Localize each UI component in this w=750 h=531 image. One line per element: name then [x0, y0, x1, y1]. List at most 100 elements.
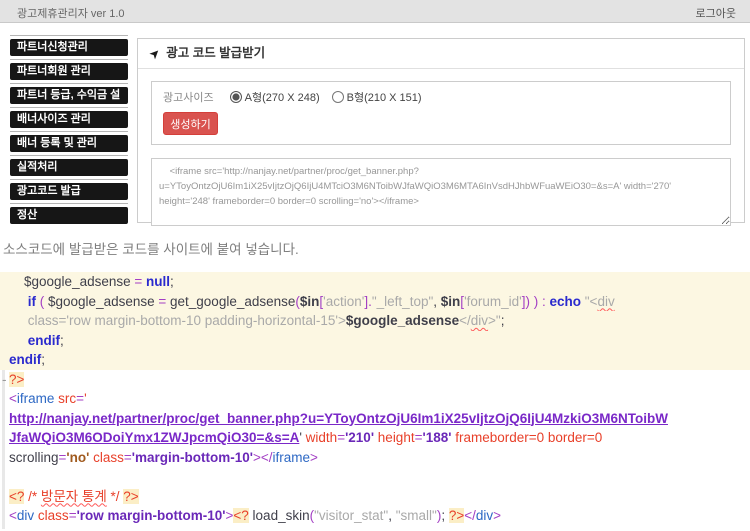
- code-token: "<: [581, 294, 597, 309]
- code-token: >: [493, 508, 501, 523]
- sidebar: 파트너신청관리파트너회원 관리파트너 등급, 수익금 설정배너사이즈 관리배너 …: [10, 35, 128, 227]
- code-token: =: [155, 294, 170, 309]
- size-option[interactable]: B형(210 X 151): [332, 92, 422, 104]
- sidebar-item[interactable]: 광고코드 발급: [10, 179, 128, 202]
- code-token: 'row margin-bottom-10': [77, 508, 226, 523]
- code-token: "visitor_stat": [314, 508, 388, 523]
- size-radio[interactable]: [230, 91, 242, 103]
- code-token: =: [124, 450, 132, 465]
- code-token: scrolling: [9, 450, 59, 465]
- code-token: 'action': [323, 294, 364, 309]
- code-line: <div class='row margin-bottom-10'><? loa…: [0, 506, 750, 526]
- code-line: -?>: [0, 370, 750, 390]
- code-token: if: [28, 294, 36, 309]
- code-token: [9, 294, 28, 309]
- code-token: http://nanjay.net/partner/proc/get_banne…: [9, 411, 668, 426]
- sidebar-item[interactable]: 배너사이즈 관리: [10, 107, 128, 130]
- screen: 광고제휴관리자 ver 1.0 로그아웃 파트너신청관리파트너회원 관리파트너 …: [0, 0, 750, 531]
- code-token: $google_adsense: [24, 274, 131, 289]
- sidebar-item[interactable]: 파트너 등급, 수익금 설정: [10, 83, 128, 106]
- sidebar-item[interactable]: 배너 등록 및 관리: [10, 131, 128, 154]
- app-title: 광고제휴관리자 ver 1.0: [17, 5, 125, 21]
- code-token: <: [9, 508, 17, 523]
- code-token: =: [337, 430, 345, 445]
- code-line: class='row margin-bottom-10 padding-hori…: [0, 311, 750, 331]
- fold-marker-icon[interactable]: -: [2, 370, 7, 390]
- code-token: $google_adsense: [48, 294, 155, 309]
- code-token: >: [310, 450, 318, 465]
- sidebar-item-label: 파트너 등급, 수익금 설정: [10, 87, 128, 104]
- code-token: src: [58, 391, 76, 406]
- code-line: JfaWQiO3M6ODoiYmx1ZWJpcmQiO30=&s=A' widt…: [0, 428, 750, 448]
- size-label: 광고사이즈: [163, 92, 214, 104]
- code-token: ?>: [449, 508, 464, 523]
- sidebar-item[interactable]: 실적처리: [10, 155, 128, 178]
- code-token: ?>: [9, 372, 24, 387]
- code-token: [9, 313, 28, 328]
- code-token: class: [93, 450, 124, 465]
- code-line: <iframe src=': [0, 389, 750, 409]
- code-token: [9, 333, 28, 348]
- code-line: $google_adsense = null;: [0, 272, 750, 292]
- sidebar-item[interactable]: 파트너회원 관리: [10, 59, 128, 82]
- generated-code-textarea[interactable]: <iframe src='http://nanjay.net/partner/p…: [151, 158, 731, 226]
- code-token: </: [464, 508, 476, 523]
- code-token: ;: [441, 508, 449, 523]
- code-token: '210': [345, 430, 374, 445]
- code-token: $in: [300, 294, 320, 309]
- code-token: get_google_adsense: [170, 294, 295, 309]
- code-line: if ( $google_adsense = get_google_adsens…: [0, 292, 750, 312]
- code-token: ': [84, 391, 87, 406]
- code-token: null: [146, 274, 170, 289]
- code-token: 'no': [66, 450, 89, 465]
- ad-size-box: 광고사이즈 A형(270 X 248) B형(210 X 151) 생성하기: [151, 81, 731, 145]
- code-token: >": [488, 313, 501, 328]
- code-token: 'forum_id': [464, 294, 522, 309]
- code-token: endif: [28, 333, 60, 348]
- code-token: frameborder=0 border=0: [455, 430, 602, 445]
- code-token: ,: [388, 508, 396, 523]
- size-options: 광고사이즈 A형(270 X 248) B형(210 X 151): [163, 89, 719, 105]
- code-token: div: [476, 508, 493, 523]
- code-token: ;: [41, 352, 45, 367]
- code-token: ?>: [123, 489, 138, 504]
- code-token: JfaWQiO3M6ODoiYmx1ZWJpcmQiO30=&s=A: [9, 430, 299, 445]
- code-token: class: [38, 508, 69, 523]
- code-token: iframe: [272, 450, 310, 465]
- code-token: endif: [9, 352, 41, 367]
- code-token: "_left_top": [372, 294, 433, 309]
- code-token: ]) ) :: [522, 294, 550, 309]
- logout-link[interactable]: 로그아웃: [696, 5, 736, 21]
- code-token: "small": [396, 508, 437, 523]
- size-radio[interactable]: [332, 91, 344, 103]
- code-token: '188': [422, 430, 451, 445]
- sidebar-item[interactable]: 파트너신청관리: [10, 35, 128, 58]
- code-token: =: [76, 391, 84, 406]
- code-token: [9, 274, 24, 289]
- code-token: 'margin-bottom-10': [132, 450, 253, 465]
- code-token: height: [378, 430, 415, 445]
- code-token: ,: [433, 294, 441, 309]
- code-token: class='row margin-bottom-10 padding-hori…: [28, 313, 346, 328]
- code-token: div: [17, 508, 34, 523]
- code-token: =: [69, 508, 77, 523]
- code-token: echo: [550, 294, 582, 309]
- code-token: ;: [501, 313, 505, 328]
- code-token: ].: [364, 294, 372, 309]
- sidebar-item-label: 파트너신청관리: [10, 39, 128, 56]
- generate-button[interactable]: 생성하기: [163, 112, 218, 135]
- code-token: */: [107, 489, 124, 504]
- code-token: </: [459, 313, 471, 328]
- code-token: div: [471, 313, 488, 328]
- sidebar-item-label: 배너사이즈 관리: [10, 111, 128, 128]
- code-token: ></: [253, 450, 273, 465]
- code-editor: $google_adsense = null; if ( $google_ads…: [0, 272, 750, 531]
- sidebar-item-label: 파트너회원 관리: [10, 63, 128, 80]
- sidebar-item-label: 배너 등록 및 관리: [10, 135, 128, 152]
- sidebar-item[interactable]: 정산: [10, 203, 128, 226]
- code-line: http://nanjay.net/partner/proc/get_banne…: [0, 409, 750, 429]
- code-token: (: [36, 294, 48, 309]
- size-option[interactable]: A형(270 X 248): [230, 92, 320, 104]
- code-token: /*: [24, 489, 41, 504]
- code-token: <?: [233, 508, 248, 523]
